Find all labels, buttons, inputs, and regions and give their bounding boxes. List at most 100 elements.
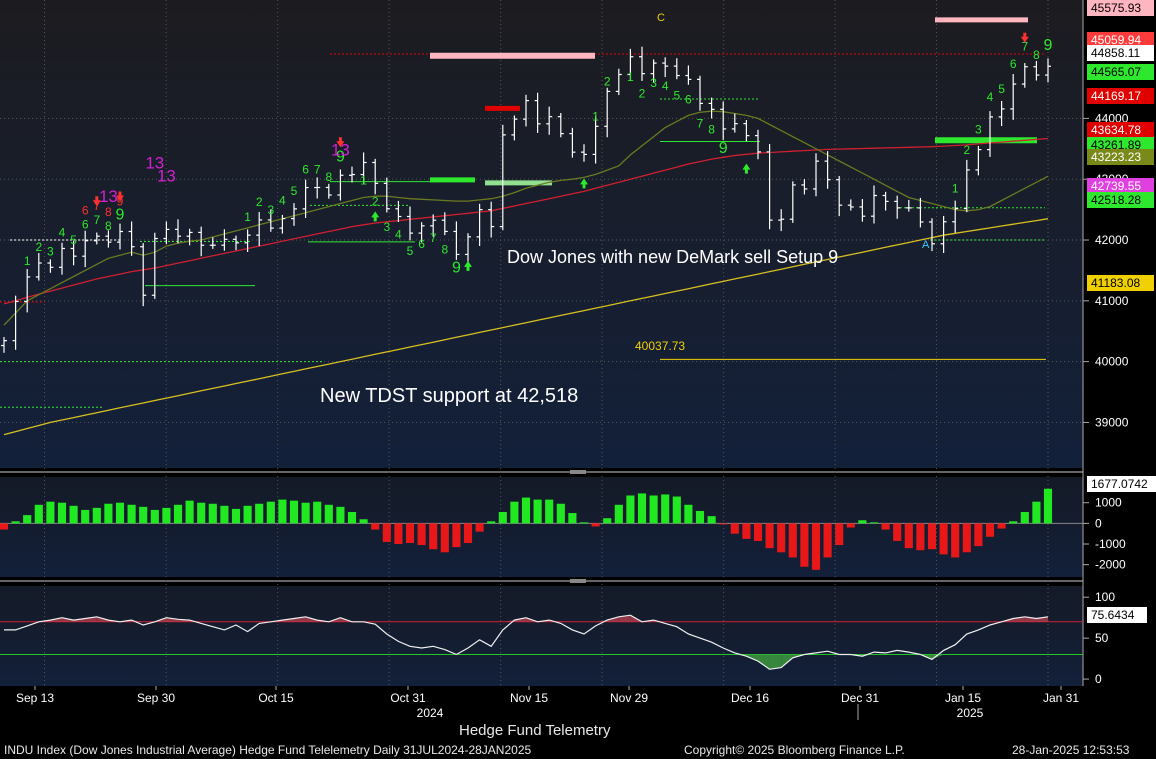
macd-bar: [429, 523, 438, 550]
price-tag-label: 45575.93: [1091, 1, 1141, 15]
macd-bar: [684, 504, 693, 524]
macd-bar: [661, 494, 670, 524]
macd-bar: [324, 504, 333, 524]
x-tick-label: Jan 15: [945, 691, 981, 705]
macd-bar: [916, 523, 925, 551]
macd-bar: [753, 523, 763, 541]
macd-bar: [289, 500, 299, 524]
demark-count-4: 4: [662, 79, 669, 93]
macd-bar: [626, 495, 635, 524]
macd-bar: [162, 507, 171, 524]
demark-count-2: 2: [639, 87, 646, 101]
macd-bar: [846, 523, 855, 528]
x-tick-label: Jan 31: [1043, 691, 1079, 705]
demark-count-7: 7: [314, 162, 321, 176]
oscillator-panel-background: [0, 586, 1083, 686]
demark-count-5: 5: [70, 233, 77, 247]
macd-bar: [1020, 512, 1029, 524]
timestamp: 28-Jan-2025 12:53:53: [1012, 743, 1130, 757]
macd-bar: [463, 523, 473, 543]
demark-count-1: 1: [592, 109, 599, 123]
macd-bar: [150, 509, 159, 524]
demark-count-3: 3: [267, 203, 274, 217]
macd-bar: [997, 523, 1006, 529]
chart-svg: 1234567896789131313123456789131234567891…: [0, 0, 1156, 720]
x-tick-label: Dec 31: [841, 691, 879, 705]
demark-count-4: 4: [59, 225, 66, 239]
demark-count-6: 6: [82, 218, 89, 232]
demark-count-6: 6: [1010, 57, 1017, 71]
macd-bar: [11, 521, 20, 524]
macd-bar: [1043, 488, 1053, 524]
macd-bar: [893, 523, 902, 541]
demark-count-13: 13: [99, 187, 118, 206]
demark-count-9: 9: [1044, 37, 1053, 54]
x-tick-label: Nov 29: [610, 691, 648, 705]
demark-count-7: 7: [430, 231, 437, 245]
macd-bar: [115, 502, 125, 524]
demark-count-9: 9: [116, 207, 125, 224]
demark-count-6: 6: [302, 163, 309, 177]
x-tick-label: Nov 15: [510, 691, 548, 705]
macd-bar: [371, 523, 380, 530]
price-tag-label: 42518.28: [1091, 193, 1141, 207]
price-tag-label: 43223.23: [1091, 150, 1141, 164]
macd-bar: [475, 523, 484, 532]
macd-tick-label: -1000: [1095, 537, 1126, 551]
chart-title: Hedge Fund Telemetry: [459, 722, 611, 739]
demark-count-5: 5: [407, 244, 414, 258]
x-tick-label: Oct 15: [258, 691, 294, 705]
macd-bar: [405, 523, 415, 543]
macd-bar: [347, 512, 357, 524]
macd-bar: [927, 523, 937, 550]
level-label: 40037.73: [635, 339, 685, 353]
macd-bar: [127, 504, 136, 524]
panel-handle-2[interactable]: [570, 579, 586, 583]
year-label: 2024: [417, 706, 444, 720]
demark-count-7: 7: [697, 116, 704, 130]
demark-count-6: 6: [82, 204, 89, 218]
macd-bar: [568, 513, 577, 524]
macd-bar: [777, 523, 786, 553]
macd-bar: [81, 509, 90, 524]
demark-count-6: 6: [685, 92, 692, 106]
macd-bar: [545, 499, 554, 524]
price-tag-label: 44169.17: [1091, 89, 1141, 103]
macd-bar: [104, 503, 113, 524]
macd-bar: [974, 523, 983, 547]
macd-bar: [742, 523, 751, 539]
macd-bar: [382, 523, 391, 542]
macd-bar: [835, 523, 844, 546]
macd-bar: [0, 523, 9, 530]
macd-bar: [811, 523, 821, 570]
copyright: Copyright© 2025 Bloomberg Finance L.P.: [684, 743, 905, 757]
macd-bar: [313, 501, 322, 524]
macd-bar: [301, 502, 310, 524]
macd-tick-label: 1000: [1095, 496, 1122, 510]
macd-bar: [962, 523, 971, 553]
macd-tick-label: -2000: [1095, 558, 1126, 572]
macd-bar: [1009, 521, 1018, 524]
demark-count-13: 13: [157, 166, 176, 185]
price-tick-label: 41000: [1095, 294, 1129, 308]
macd-bar: [266, 501, 275, 524]
macd-bar: [57, 502, 67, 524]
macd-bar: [556, 503, 565, 524]
demark-count-7: 7: [93, 213, 100, 227]
demark-count-3: 3: [650, 76, 657, 90]
setup-note: Dow Jones with new DeMark sell Setup 9: [507, 247, 838, 267]
macd-bar: [869, 522, 879, 524]
macd-bar: [637, 493, 647, 524]
demark-count-3: 3: [975, 123, 982, 137]
osc-tag-label: 75.6434: [1091, 608, 1135, 622]
macd-bar: [46, 501, 55, 524]
demark-count-9: 9: [452, 259, 461, 276]
macd-bar: [452, 523, 461, 548]
macd-bar: [695, 510, 705, 524]
demark-count-1: 1: [24, 254, 31, 268]
c-marker: C: [657, 12, 665, 24]
panel-handle-1[interactable]: [570, 470, 586, 474]
demark-count-2: 2: [35, 240, 42, 254]
macd-bar: [533, 499, 542, 524]
macd-bar: [521, 497, 531, 524]
